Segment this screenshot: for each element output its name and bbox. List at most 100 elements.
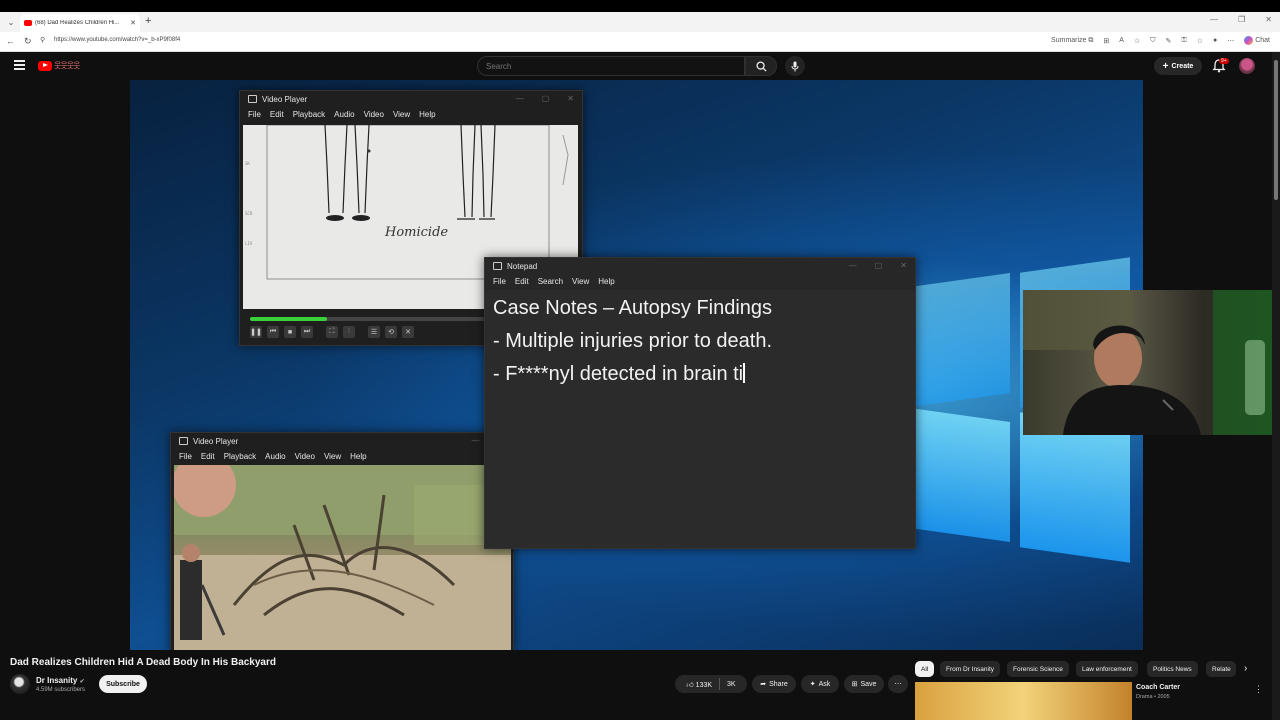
lock-icon[interactable]: ⚿ (1181, 37, 1186, 45)
channel-name[interactable]: Dr Insanity ✔ (36, 676, 85, 685)
share-label: Share (769, 680, 788, 688)
recommendation-thumbnail[interactable] (915, 682, 1132, 720)
active-tab[interactable]: (68) Dad Realizes Children Hi... ✕ (20, 14, 140, 32)
stop-icon[interactable]: ■ (284, 326, 296, 338)
search-button[interactable] (745, 56, 777, 76)
menu-playback[interactable]: Playback (224, 452, 256, 461)
collections-icon[interactable]: ☆ (1197, 37, 1203, 45)
more-vertical-icon[interactable]: ⋮ (1254, 684, 1263, 695)
close-tab-icon[interactable]: ✕ (130, 19, 136, 27)
profile-icon[interactable]: ● (1213, 37, 1217, 44)
account-avatar[interactable] (1239, 58, 1255, 74)
voice-search-button[interactable] (785, 56, 805, 76)
menu-edit[interactable]: Edit (270, 110, 284, 119)
search-input[interactable] (477, 56, 745, 76)
like-dislike-group: 👍︎ 133K 3K (675, 675, 747, 693)
minimize-icon[interactable]: — (516, 94, 524, 103)
minimize-icon[interactable]: — (1210, 15, 1218, 24)
chip-related[interactable]: Relate (1206, 661, 1236, 677)
menu-edit[interactable]: Edit (201, 452, 215, 461)
scrollbar-thumb[interactable] (1274, 60, 1278, 200)
chip-from-channel[interactable]: From Dr Insanity (940, 661, 1001, 677)
close-window-icon[interactable]: ✕ (1265, 15, 1272, 24)
new-tab-icon[interactable]: + (145, 15, 151, 27)
video-player[interactable]: Video Player — ▢ ✕ File Edit Playback Audi… (0, 80, 1272, 650)
url-field[interactable]: https://www.youtube.com/watch?v=_b-xP9f0… (54, 37, 180, 43)
save-label: Save (860, 680, 877, 688)
chip-politics-news[interactable]: Politics News (1147, 661, 1198, 677)
chip-forensic-science[interactable]: Forensic Science (1007, 661, 1069, 677)
menu-edit[interactable]: Edit (515, 277, 529, 286)
close-icon[interactable]: ✕ (567, 94, 574, 103)
chevron-right-icon[interactable]: › (1244, 663, 1247, 674)
edit-icon[interactable]: ✎ (1165, 37, 1171, 45)
tab-list-dropdown-icon[interactable]: ⌄ (5, 16, 17, 28)
youtube-logo[interactable]: 웃웃웃웃 (38, 60, 80, 71)
fullscreen-icon[interactable]: ⛶ (326, 326, 338, 338)
close-icon[interactable]: ✕ (900, 261, 907, 270)
favorite-star-icon[interactable]: ☆ (1134, 37, 1140, 45)
playlist-icon[interactable]: ☰ (368, 326, 380, 338)
menu-search[interactable]: Search (538, 277, 563, 286)
menu-help[interactable]: Help (598, 277, 614, 286)
page-scrollbar[interactable] (1272, 52, 1280, 720)
subscribe-button[interactable]: Subscribe (99, 675, 147, 693)
shuffle-icon[interactable]: ✕ (402, 326, 414, 338)
back-icon[interactable]: ← (6, 36, 15, 46)
menu-file[interactable]: File (493, 277, 506, 286)
extensions-icon[interactable]: ⊞ (1103, 37, 1109, 45)
dislike-button[interactable]: 3K (727, 681, 736, 688)
menu-playback[interactable]: Playback (293, 110, 325, 119)
next-icon[interactable]: ⏭ (301, 326, 313, 338)
wallpaper-pane (910, 407, 1010, 543)
menu-help[interactable]: Help (419, 110, 435, 119)
dislike-count: 3K (727, 680, 736, 688)
read-aloud-icon[interactable]: A (1119, 37, 1124, 44)
video-player-window-bottom[interactable]: Video Player —▢ File Edit Playback Audio… (170, 432, 514, 650)
loop-icon[interactable]: ⟲ (385, 326, 397, 338)
recommendation-title[interactable]: Coach Carter (1136, 684, 1180, 691)
window-titlebar[interactable]: Video Player (171, 433, 513, 449)
notepad-text-area[interactable]: Case Notes – Autopsy Findings - Multiple… (485, 290, 915, 548)
equalizer-icon[interactable]: ⫶ (343, 326, 355, 338)
verified-check-icon: ✔ (79, 679, 85, 685)
backyard-footage-frame (174, 465, 511, 650)
ask-button[interactable]: ✦ Ask (801, 675, 839, 693)
menu-audio[interactable]: Audio (265, 452, 285, 461)
menu-video[interactable]: Video (364, 110, 384, 119)
previous-icon[interactable]: ⏮ (267, 326, 279, 338)
svg-text:SK: SK (245, 161, 250, 166)
site-info-icon[interactable]: ⚲ (40, 36, 45, 44)
copilot-button[interactable]: Chat (1244, 36, 1270, 45)
restore-icon[interactable]: ❐ (1238, 15, 1245, 24)
more-actions-button[interactable]: ⋯ (888, 675, 908, 693)
share-button[interactable]: ➦ Share (752, 675, 796, 693)
menu-file[interactable]: File (248, 110, 261, 119)
save-button[interactable]: ⊞ Save (844, 675, 884, 693)
shield-icon[interactable]: ⛉ (1150, 37, 1155, 45)
pause-icon[interactable]: ❚❚ (250, 326, 262, 338)
minimize-icon[interactable]: — (471, 436, 479, 445)
menu-view[interactable]: View (572, 277, 589, 286)
menu-icon[interactable] (14, 60, 25, 70)
minimize-icon[interactable]: — (849, 261, 857, 270)
menu-view[interactable]: View (324, 452, 341, 461)
create-button[interactable]: + Create (1154, 57, 1202, 75)
svg-text:LIV: LIV (245, 241, 253, 246)
refresh-icon[interactable]: ↻ (24, 36, 32, 47)
menu-view[interactable]: View (393, 110, 410, 119)
menu-video[interactable]: Video (295, 452, 315, 461)
menu-file[interactable]: File (179, 452, 192, 461)
tab-strip: ⌄ (68) Dad Realizes Children Hi... ✕ + —… (0, 12, 1280, 32)
channel-avatar[interactable] (10, 674, 30, 694)
chip-law-enforcement[interactable]: Law enforcement (1076, 661, 1138, 677)
menu-audio[interactable]: Audio (334, 110, 354, 119)
notepad-window[interactable]: Notepad — ▢ ✕ File Edit Search View Help C… (484, 257, 916, 549)
like-button[interactable]: 👍︎ 133K (686, 680, 712, 689)
more-menu-icon[interactable]: ⋯ (1227, 37, 1234, 45)
summarize-button[interactable]: Summarize ⧉ (1051, 37, 1093, 45)
maximize-icon[interactable]: ▢ (875, 261, 883, 270)
menu-help[interactable]: Help (350, 452, 366, 461)
maximize-icon[interactable]: ▢ (542, 94, 550, 103)
chip-all[interactable]: All (915, 661, 935, 677)
